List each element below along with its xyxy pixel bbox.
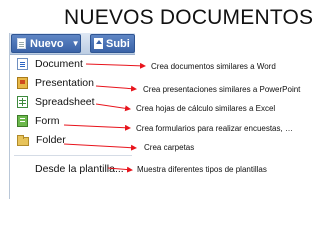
- arrow-document: [85, 62, 146, 69]
- callout-arrows: [63, 62, 146, 173]
- callout-document: Crea documentos similares a Word: [151, 62, 276, 71]
- arrow-folder: [63, 143, 137, 151]
- callout-form: Crea formularios para realizar encuestas…: [136, 124, 293, 133]
- arrow-template: [107, 166, 133, 173]
- arrow-spreadsheet: [95, 103, 131, 112]
- callout-template: Muestra diferentes tipos de plantillas: [137, 165, 267, 174]
- callout-presentation: Crea presentaciones similares a PowerPoi…: [143, 85, 301, 94]
- arrow-form: [63, 124, 131, 131]
- callout-spreadsheet: Crea hojas de cálculo similares a Excel: [136, 104, 276, 113]
- arrow-presentation: [95, 85, 137, 92]
- callout-folder: Crea carpetas: [144, 143, 195, 152]
